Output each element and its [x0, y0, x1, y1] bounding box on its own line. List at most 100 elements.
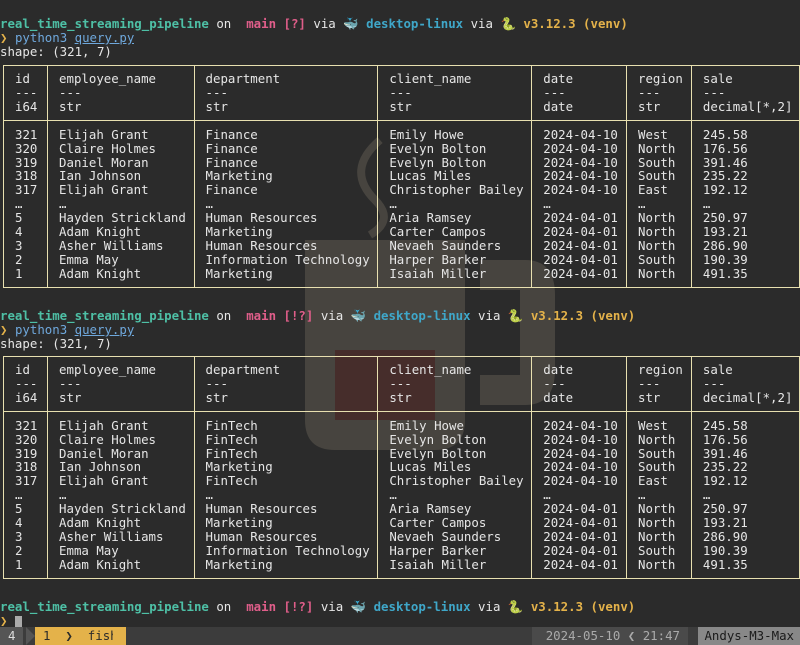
table-row: 320 Claire Holmes Finance Evelyn Bolton 2024…: [2, 141, 800, 156]
table-cell: 491.35: [690, 557, 800, 579]
table-cell: 192.12: [690, 183, 800, 198]
table-cell: 320: [2, 432, 49, 447]
table-row: 2 Emma May Information Technology Harper Ba…: [2, 252, 800, 267]
table-cell: Daniel Moran: [47, 446, 195, 461]
prompt-via: via: [313, 17, 336, 31]
table-cell: Claire Holmes: [47, 432, 195, 447]
table-cell: 391.46: [690, 446, 800, 461]
table-cell: East: [626, 183, 692, 198]
column-header: id employee_name department client_name date…: [2, 356, 800, 377]
status-date: 2024-05-10: [545, 628, 621, 643]
header-dashes-cell: ---: [377, 86, 533, 100]
table-cell: Adam Knight: [47, 557, 195, 579]
header-dashes-cell: ---: [690, 377, 800, 391]
table-cell: Claire Holmes: [47, 141, 195, 156]
table-cell: 2024-04-10: [531, 141, 628, 156]
header-dashes-cell: ---: [626, 86, 692, 100]
table-row: 319 Daniel Moran Finance Evelyn Bolton 2024-…: [2, 155, 800, 170]
column-header-cell: client_name: [377, 356, 533, 377]
table-row: …………………: [2, 488, 800, 503]
table-cell: Ian Johnson: [47, 460, 195, 475]
table-cell: Adam Knight: [47, 516, 195, 530]
prompt-arrow: ❯: [0, 614, 8, 628]
table-row: 318 Ian Johnson Marketing Lucas Miles 2024-0…: [2, 460, 800, 475]
column-header-cell: department: [193, 356, 379, 377]
table-cell: 2024-04-10: [531, 432, 628, 447]
table-cell: East: [626, 474, 692, 489]
table-cell: 4: [2, 516, 49, 530]
table-cell: Finance: [193, 183, 379, 198]
table-cell: Evelyn Bolton: [377, 432, 533, 447]
prompt-arrow: ❯: [0, 323, 8, 337]
table-cell: Christopher Bailey: [377, 474, 533, 489]
table-row: 5 Hayden Strickland Human Resources Aria Ra…: [2, 502, 800, 517]
table-cell: 2024-04-10: [531, 446, 628, 461]
table-cell: …: [690, 488, 800, 503]
table-cell: …: [47, 197, 195, 212]
table-cell: 321: [2, 127, 49, 142]
python-version: v3.12.3 (venv): [530, 309, 636, 323]
table-cell: 1: [2, 557, 49, 579]
dataframe-table: id employee_name department client_name date…: [2, 356, 800, 579]
table-cell: 245.58: [690, 418, 800, 433]
column-dtype-cell: str: [47, 390, 195, 412]
command-line: ❯: [0, 614, 22, 628]
python-snake-icon: 🐍: [507, 600, 524, 614]
table-cell: Isaiah Miller: [377, 266, 533, 288]
docker-whale-icon: 🐳: [350, 600, 367, 614]
table-cell: Nevaeh Saunders: [377, 530, 533, 544]
docker-whale-icon: 🐳: [350, 309, 367, 323]
column-header-cell: region: [626, 356, 692, 377]
table-cell: Isaiah Miller: [377, 557, 533, 579]
table-cell: 235.22: [690, 169, 800, 184]
command-argument[interactable]: query.py: [75, 31, 135, 45]
table-cell: Marketing: [193, 225, 379, 239]
docker-context: desktop-linux: [373, 600, 471, 614]
table-row: 5 Hayden Strickland Human Resources Aria Ra…: [2, 211, 800, 226]
command-line: ❯ python3 query.py: [0, 31, 134, 45]
table-cell: Evelyn Bolton: [377, 446, 533, 461]
column-dtype: i64 str str str date str decimal[*,2]: [2, 99, 800, 121]
git-status: [?]: [283, 17, 306, 31]
column-header-cell: id: [2, 65, 49, 86]
header-dashes: --- --- --- --- --- --- ---: [2, 86, 800, 100]
table-cell: …: [2, 488, 49, 503]
column-dtype-cell: str: [193, 99, 379, 121]
table-cell: Carter Campos: [377, 225, 533, 239]
git-branch: main: [246, 17, 277, 31]
table-cell: 317: [2, 474, 49, 489]
table-cell: 2024-04-10: [531, 169, 628, 184]
table-cell: Asher Williams: [47, 239, 195, 253]
table-cell: FinTech: [193, 418, 379, 433]
table-cell: 2024-04-10: [531, 155, 628, 170]
table-cell: 2024-04-01: [531, 252, 628, 267]
command: python3: [14, 323, 68, 337]
table-cell: Human Resources: [193, 211, 379, 226]
table-cell: 2024-04-01: [531, 557, 628, 579]
python-version: v3.12.3 (venv): [530, 600, 636, 614]
table-cell: 3: [2, 239, 49, 253]
table-row: 318 Ian Johnson Marketing Lucas Miles 2024-0…: [2, 169, 800, 184]
table-cell: …: [377, 488, 533, 503]
table-cell: 190.39: [690, 252, 800, 267]
table-cell: Daniel Moran: [47, 155, 195, 170]
table-cell: FinTech: [193, 474, 379, 489]
table-row: 3 Asher Williams Human Resources Nevaeh Sau…: [2, 530, 800, 544]
column-header-cell: region: [626, 65, 692, 86]
table-cell: 321: [2, 418, 49, 433]
table-cell: Finance: [193, 141, 379, 156]
table-cell: Hayden Strickland: [47, 211, 195, 226]
python-snake-icon: 🐍: [500, 17, 516, 31]
window-index[interactable]: 4: [0, 627, 24, 645]
table-cell: 5: [2, 211, 49, 226]
shape-output: shape: (321, 7): [0, 45, 112, 59]
table-cell: 286.90: [690, 239, 800, 253]
table-row: 317 Elijah Grant FinTech Christopher Bailey…: [2, 474, 800, 489]
prompt-line: real_time_streaming_pipeline on main [!?…: [0, 309, 635, 323]
table-cell: 176.56: [690, 432, 800, 447]
shape-output: shape: (321, 7): [0, 337, 112, 351]
table-cell: 318: [2, 169, 49, 184]
command-argument[interactable]: query.py: [75, 323, 135, 337]
column-header-cell: employee_name: [47, 65, 195, 86]
text-cursor[interactable]: [14, 615, 22, 628]
